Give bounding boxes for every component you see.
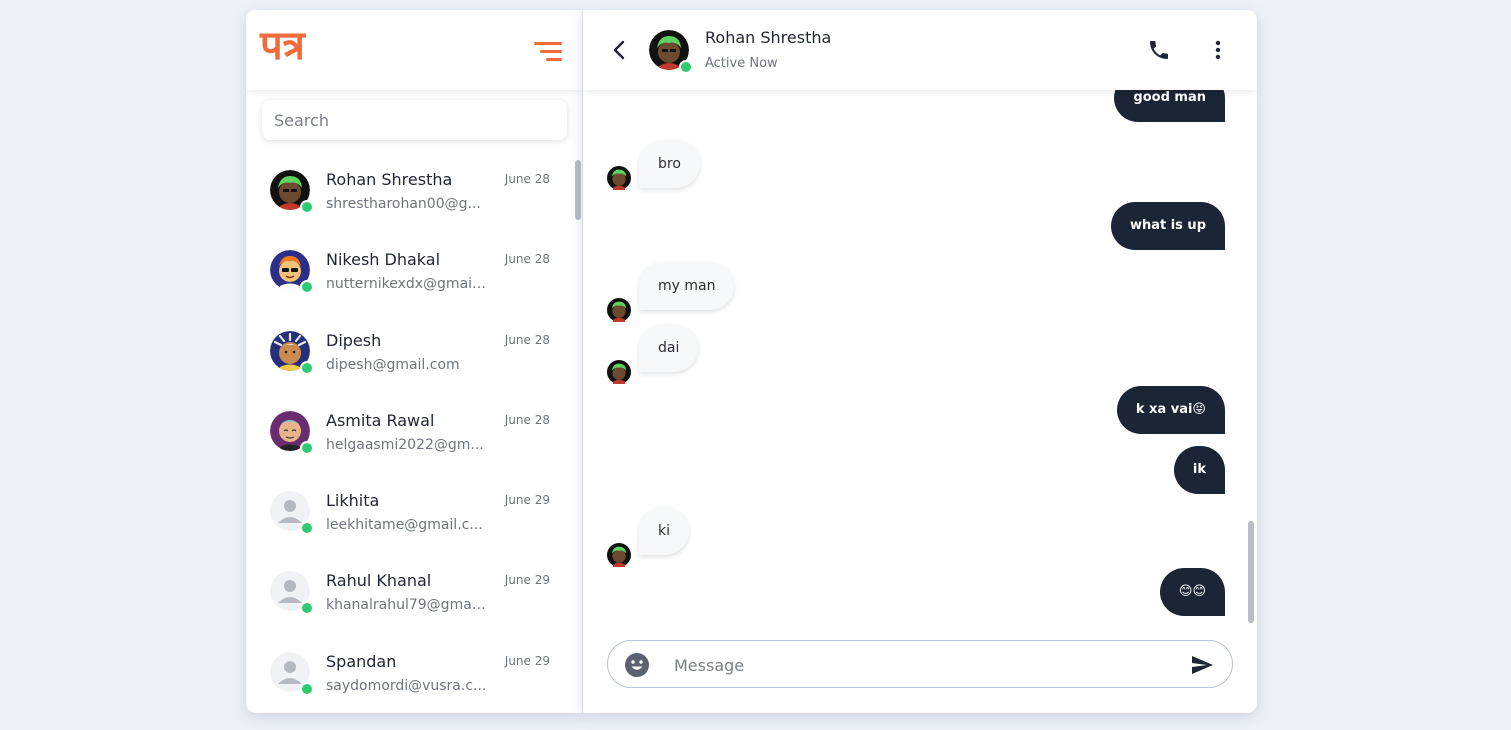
search-input[interactable] <box>262 100 567 140</box>
back-icon[interactable] <box>611 38 627 62</box>
app-logo: पत्र <box>260 22 305 69</box>
avatar <box>270 410 314 455</box>
chat-contact-status: Active Now <box>705 56 778 71</box>
online-indicator <box>300 200 314 214</box>
avatar <box>270 491 314 536</box>
contact-email: helgaasmi2022@gm... <box>326 436 484 453</box>
chat-scrollbar-thumb[interactable] <box>1248 521 1254 623</box>
emoji-icon[interactable] <box>624 652 650 678</box>
contact-name: Likhita <box>326 491 380 511</box>
message-bubble-outgoing: ik <box>1173 446 1225 494</box>
message-bubble-incoming: bro <box>639 140 700 188</box>
more-vertical-icon[interactable] <box>1213 38 1223 62</box>
contact-date: June 29 <box>504 653 550 668</box>
contact-item[interactable]: Asmita Rawal helgaasmi2022@gm... June 28 <box>246 401 582 481</box>
phone-icon[interactable] <box>1147 38 1171 62</box>
contact-item[interactable]: Rohan Shrestha shrestharohan00@g... June… <box>246 160 582 240</box>
online-indicator <box>300 521 314 536</box>
message-bubble-outgoing: 😊😊 <box>1159 568 1225 616</box>
contact-name: Dipesh <box>326 330 382 350</box>
message-bubble-outgoing: what is up <box>1110 202 1225 250</box>
online-indicator <box>300 360 314 375</box>
contact-list: Rohan Shrestha shrestharohan00@g... June… <box>246 160 582 713</box>
chat-header: Rohan Shrestha Active Now <box>583 10 1257 90</box>
sidebar-header: पत्र <box>246 10 582 90</box>
sender-avatar-icon <box>607 298 631 322</box>
message-bubble-incoming: ki <box>639 507 689 555</box>
contact-date: June 28 <box>504 332 550 347</box>
contact-item[interactable]: Rahul Khanal khanalrahul79@gmai... June … <box>246 561 582 641</box>
contact-date: June 29 <box>504 573 550 588</box>
contact-item[interactable]: Dipesh dipesh@gmail.com June 28 <box>246 321 582 401</box>
online-indicator <box>300 280 314 295</box>
online-indicator <box>300 601 314 616</box>
sidebar-scrollbar-thumb[interactable] <box>575 160 581 220</box>
sidebar: पत्र Search Rohan Shrestha shrestharohan… <box>246 10 582 713</box>
avatar <box>270 170 314 214</box>
message-input[interactable] <box>672 651 1176 679</box>
chat-panel: Rohan Shrestha Active Now good man bro w… <box>583 10 1257 713</box>
contact-email: saydomordi@vusra.c... <box>326 677 487 694</box>
contact-date: June 29 <box>504 493 550 508</box>
contact-name: Spandan <box>326 651 397 671</box>
message-bubble-outgoing: good man <box>1114 90 1225 122</box>
contact-name: Rahul Khanal <box>326 571 432 591</box>
contact-date: June 28 <box>504 252 550 267</box>
message-bubble-incoming: dai <box>639 324 699 372</box>
online-indicator <box>300 440 314 455</box>
avatar <box>270 330 314 375</box>
avatar <box>270 651 314 696</box>
chat-contact-name: Rohan Shrestha <box>705 28 832 47</box>
message-bubble-incoming: my man <box>639 262 735 310</box>
message-composer <box>607 640 1233 688</box>
message-bubble-outgoing: k xa vai😝 <box>1116 386 1225 434</box>
online-indicator <box>679 60 693 74</box>
avatar <box>270 250 314 295</box>
chat-scrollbar[interactable] <box>1247 90 1255 623</box>
contact-name: Rohan Shrestha <box>326 170 453 189</box>
contact-date: June 28 <box>504 172 550 186</box>
avatar <box>270 571 314 616</box>
chat-header-avatar <box>649 30 693 74</box>
contact-email: dipesh@gmail.com <box>326 356 460 373</box>
message-list: good man bro what is up my man dai k xa … <box>583 90 1257 623</box>
contact-item[interactable]: Likhita leekhitame@gmail.c... June 29 <box>246 481 582 561</box>
messenger-app: पत्र Search Rohan Shrestha shrestharohan… <box>246 10 1257 713</box>
contact-email: khanalrahul79@gmai... <box>326 597 488 614</box>
sender-avatar-icon <box>607 360 631 384</box>
sender-avatar-icon <box>607 543 631 567</box>
search-container <box>246 90 582 140</box>
contact-name: Nikesh Dhakal <box>326 250 441 270</box>
contact-name: Asmita Rawal <box>326 410 435 430</box>
sender-avatar-icon <box>607 166 631 190</box>
contact-item[interactable]: Spandan saydomordi@vusra.c... June 29 <box>246 642 582 713</box>
contact-email: nutternikexdx@gmail.... <box>326 276 488 293</box>
contact-item[interactable]: Nikesh Dhakal nutternikexdx@gmail.... Ju… <box>246 240 582 320</box>
contact-email: leekhitame@gmail.c... <box>326 517 483 534</box>
menu-icon[interactable] <box>534 40 562 62</box>
contact-date: June 28 <box>504 412 550 427</box>
online-indicator <box>300 681 314 696</box>
contact-email: shrestharohan00@g... <box>326 196 481 212</box>
send-icon[interactable] <box>1190 653 1214 677</box>
sidebar-scrollbar[interactable] <box>574 90 582 713</box>
